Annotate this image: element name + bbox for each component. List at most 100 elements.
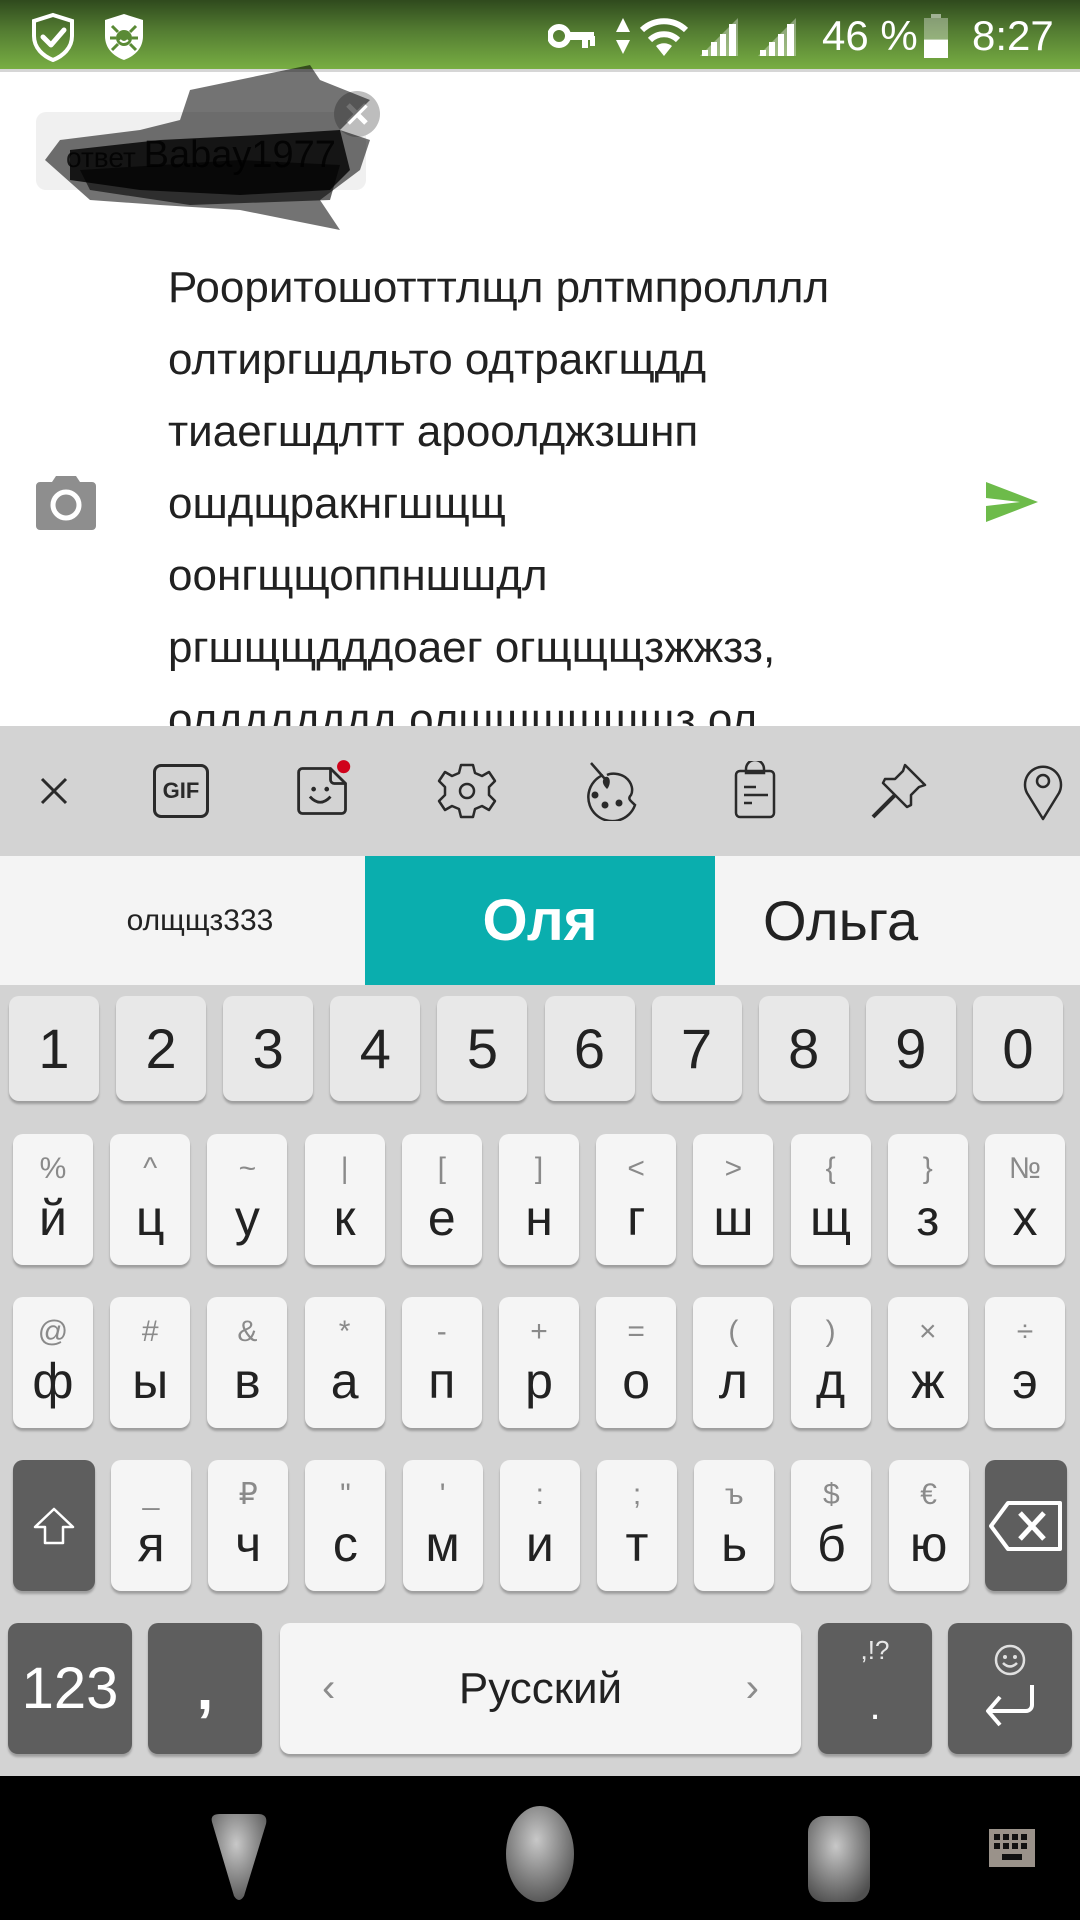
key-ф[interactable]: @ ф	[13, 1297, 93, 1428]
key-м[interactable]: ' м	[402, 1460, 483, 1591]
key-б[interactable]: $ б	[791, 1460, 872, 1591]
reply-nickname: Babay1977	[143, 134, 336, 176]
key-label: в	[234, 1352, 261, 1409]
key-hint: >	[724, 1151, 743, 1185]
reply-close-button[interactable]	[334, 91, 380, 137]
key-а[interactable]: * а	[304, 1297, 385, 1428]
toolbar-close-button[interactable]	[24, 761, 84, 821]
key-label: д	[816, 1352, 846, 1409]
backspace-key[interactable]	[985, 1460, 1067, 1591]
toolbar-clipboard-button[interactable]	[725, 761, 785, 821]
key-label: и	[525, 1515, 554, 1572]
key-label: б	[817, 1515, 846, 1572]
key-label: ю	[909, 1515, 948, 1572]
key-щ[interactable]: {щ	[790, 1134, 871, 1265]
key-т[interactable]: ; т	[597, 1460, 677, 1591]
key-н[interactable]: ] н	[499, 1134, 579, 1265]
key-6[interactable]: 6	[544, 996, 635, 1101]
suggestion-center[interactable]: Оля	[365, 856, 715, 985]
key-2[interactable]: 2	[116, 996, 207, 1101]
language-next-icon: ›	[745, 1666, 759, 1710]
key-ш[interactable]: > ш	[693, 1134, 774, 1265]
keyboard-toolbar: GIF	[0, 726, 1080, 856]
key-л[interactable]: (л	[693, 1297, 774, 1428]
key-label: ы	[132, 1352, 169, 1409]
key-4[interactable]: 4	[330, 996, 421, 1101]
key-р[interactable]: + р	[499, 1297, 579, 1428]
toolbar-theme-button[interactable]	[581, 761, 641, 821]
key-5[interactable]: 5	[437, 996, 528, 1101]
key-hint: "	[340, 1477, 351, 1511]
back-icon	[211, 1814, 267, 1900]
key-hint: =	[627, 1314, 645, 1348]
send-button[interactable]	[984, 478, 1040, 526]
close-icon	[346, 103, 368, 125]
key-label: о	[622, 1352, 651, 1409]
key-п[interactable]: -п	[401, 1297, 482, 1428]
key-label: у	[234, 1189, 260, 1246]
reply-chip[interactable]: ответ Babay1977	[36, 112, 366, 190]
key-ь[interactable]: ъь	[694, 1460, 775, 1591]
key-д[interactable]: ) д	[790, 1297, 871, 1428]
key-к[interactable]: | к	[304, 1134, 385, 1265]
key-у[interactable]: ~ у	[207, 1134, 288, 1265]
key-е[interactable]: [е	[401, 1134, 482, 1265]
key-9[interactable]: 9	[865, 996, 956, 1101]
recents-icon	[808, 1816, 870, 1902]
emoji-icon	[994, 1644, 1026, 1675]
key-ц[interactable]: ^ ц	[110, 1134, 191, 1265]
home-button[interactable]	[505, 1804, 575, 1909]
toolbar-sticker-button[interactable]	[293, 760, 353, 821]
key-з[interactable]: } з	[887, 1134, 968, 1265]
period-key[interactable]: ,!? .	[818, 1623, 932, 1754]
key-label: г	[627, 1189, 646, 1246]
key-в[interactable]: & в	[207, 1297, 288, 1428]
key-hint: (	[728, 1314, 739, 1348]
key-э[interactable]: ÷ э	[985, 1297, 1065, 1428]
clock: 8:27	[972, 12, 1054, 59]
recents-button[interactable]	[806, 1814, 872, 1909]
shift-key[interactable]	[13, 1460, 95, 1591]
key-я[interactable]: _ я	[111, 1460, 191, 1591]
key-о[interactable]: = о	[596, 1297, 677, 1428]
key-и[interactable]: :и	[499, 1460, 580, 1591]
key-8[interactable]: 8	[758, 996, 849, 1101]
key-х[interactable]: № х	[985, 1134, 1065, 1265]
camera-button[interactable]	[34, 472, 98, 532]
key-label: к	[333, 1189, 356, 1246]
key-label: т	[625, 1515, 649, 1572]
key-hint: ^	[143, 1151, 158, 1185]
message-input[interactable]: Рооритошотттлщл рлтмпролллл олтиргшдльто…	[168, 252, 948, 726]
key-с[interactable]: " с	[305, 1460, 386, 1591]
symbols-key[interactable]: 123	[8, 1623, 132, 1754]
key-label: п	[428, 1352, 456, 1409]
key-3[interactable]: 3	[223, 996, 314, 1101]
data-arrows-icon	[614, 16, 632, 61]
space-bar[interactable]: ‹ Русский ›	[280, 1623, 801, 1754]
key-ч[interactable]: ₽ ч	[208, 1460, 289, 1591]
toolbar-settings-button[interactable]	[437, 761, 497, 821]
key-й[interactable]: % й	[13, 1134, 93, 1265]
key-hint: *	[338, 1314, 351, 1348]
toolbar-gif-button[interactable]: GIF	[151, 761, 211, 821]
battery-percent: 46 %	[822, 12, 918, 59]
suggestion-right[interactable]: Ольга	[715, 856, 1080, 985]
key-7[interactable]: 7	[651, 996, 742, 1101]
reply-chip-text: ответ Babay1977	[66, 134, 336, 177]
back-button[interactable]	[206, 1812, 272, 1909]
key-ы[interactable]: # ы	[110, 1297, 191, 1428]
toolbar-location-button[interactable]	[1013, 761, 1073, 821]
comma-key[interactable]: ,	[148, 1623, 262, 1754]
key-ю[interactable]: € ю	[888, 1460, 969, 1591]
keyboard-switch-button[interactable]	[988, 1828, 1036, 1873]
toolbar-pin-button[interactable]	[869, 761, 929, 821]
enter-key[interactable]	[948, 1623, 1072, 1754]
key-0[interactable]: 0	[972, 996, 1063, 1101]
suggestion-left[interactable]: олщщз333	[0, 856, 365, 985]
key-1[interactable]: 1	[9, 996, 99, 1101]
key-label: э	[1012, 1352, 1038, 1409]
key-г[interactable]: < г	[596, 1134, 677, 1265]
key-hint: [	[437, 1151, 446, 1185]
key-label: ц	[135, 1189, 165, 1246]
key-ж[interactable]: × ж	[887, 1297, 968, 1428]
